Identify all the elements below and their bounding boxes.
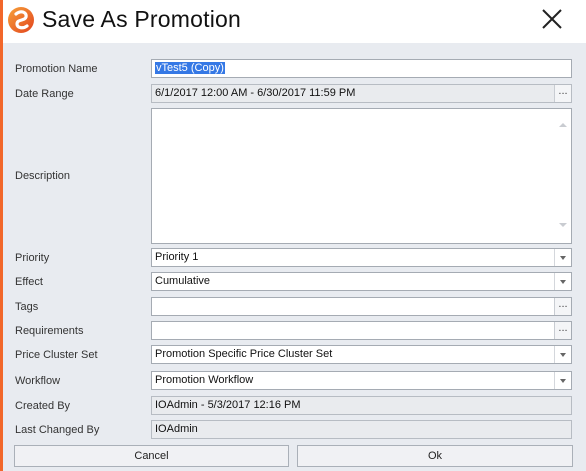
workflow-value: Promotion Workflow <box>155 374 254 386</box>
priority-label: Priority <box>15 252 50 264</box>
cancel-button[interactable]: Cancel <box>14 445 289 467</box>
price-cluster-set-dropdown-button[interactable] <box>554 346 571 363</box>
date-range-label: Date Range <box>15 88 74 100</box>
title-bar: Save As Promotion <box>3 0 586 43</box>
effect-label: Effect <box>15 276 43 288</box>
chevron-down-icon <box>560 378 566 383</box>
priority-dropdown-button[interactable] <box>554 249 571 266</box>
promotion-name-value: vTest5 (Copy) <box>155 62 225 74</box>
created-by-value: IOAdmin - 5/3/2017 12:16 PM <box>155 399 301 411</box>
description-label: Description <box>15 170 71 182</box>
priority-value: Priority 1 <box>155 251 199 263</box>
date-range-field[interactable]: 6/1/2017 12:00 AM - 6/30/2017 11:59 PM .… <box>151 84 572 103</box>
description-textarea[interactable] <box>151 108 572 244</box>
workflow-label: Workflow <box>15 375 61 387</box>
created-by-label: Created By <box>15 400 71 412</box>
chevron-down-icon <box>560 255 566 260</box>
ellipsis-icon: ... <box>558 322 568 334</box>
requirements-field[interactable]: ... <box>151 321 572 340</box>
ok-button[interactable]: Ok <box>297 445 573 467</box>
tags-ellipsis-button[interactable]: ... <box>554 298 571 315</box>
app-logo-icon <box>8 7 34 33</box>
last-changed-by-field: IOAdmin <box>151 420 572 439</box>
chevron-down-icon <box>560 352 566 357</box>
ellipsis-icon: ... <box>558 298 568 310</box>
requirements-label: Requirements <box>15 325 84 337</box>
tags-field[interactable]: ... <box>151 297 572 316</box>
close-icon[interactable] <box>540 7 564 31</box>
workflow-dropdown-button[interactable] <box>554 372 571 389</box>
price-cluster-set-label: Price Cluster Set <box>15 349 98 361</box>
requirements-ellipsis-button[interactable]: ... <box>554 322 571 339</box>
priority-select[interactable]: Priority 1 <box>151 248 572 267</box>
effect-value: Cumulative <box>155 275 211 287</box>
last-changed-by-value: IOAdmin <box>155 423 198 435</box>
date-range-ellipsis-button[interactable]: ... <box>554 85 571 102</box>
effect-select[interactable]: Cumulative <box>151 272 572 291</box>
price-cluster-set-value: Promotion Specific Price Cluster Set <box>155 348 333 360</box>
scroll-up-icon[interactable] <box>559 123 567 127</box>
promotion-name-input[interactable]: vTest5 (Copy) <box>151 59 572 78</box>
promotion-name-label: Promotion Name <box>15 63 98 75</box>
created-by-field: IOAdmin - 5/3/2017 12:16 PM <box>151 396 572 415</box>
last-changed-by-label: Last Changed By <box>15 424 100 436</box>
dialog-title: Save As Promotion <box>42 6 242 32</box>
dialog-content: Promotion Name vTest5 (Copy) Date Range … <box>3 43 586 471</box>
scroll-down-icon[interactable] <box>559 223 567 227</box>
ellipsis-icon: ... <box>558 85 568 97</box>
tags-label: Tags <box>15 301 39 313</box>
date-range-value: 6/1/2017 12:00 AM - 6/30/2017 11:59 PM <box>155 87 356 99</box>
price-cluster-set-select[interactable]: Promotion Specific Price Cluster Set <box>151 345 572 364</box>
chevron-down-icon <box>560 279 566 284</box>
effect-dropdown-button[interactable] <box>554 273 571 290</box>
workflow-select[interactable]: Promotion Workflow <box>151 371 572 390</box>
description-scrollbar[interactable] <box>554 109 571 243</box>
